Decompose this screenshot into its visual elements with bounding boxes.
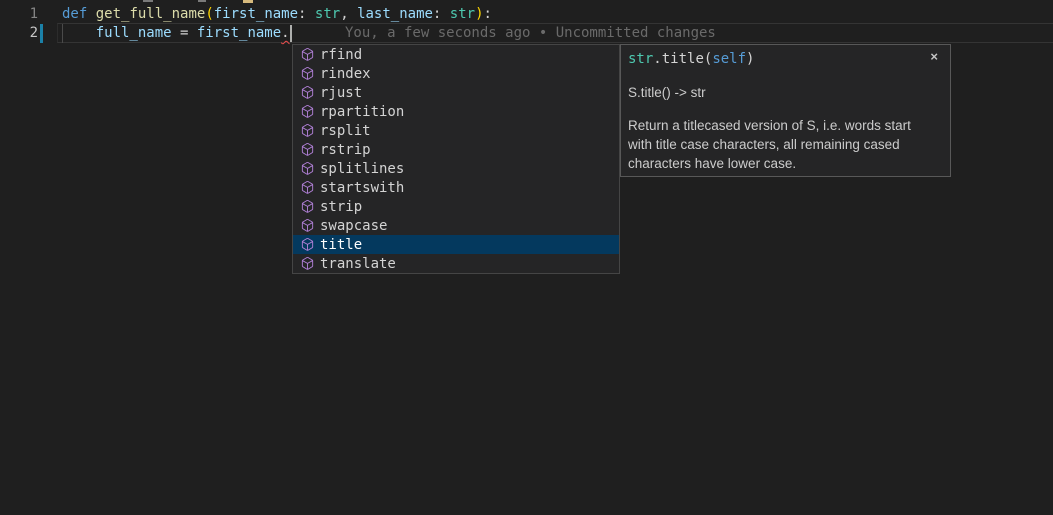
suggest-item-label: rindex: [320, 66, 371, 82]
suggest-item[interactable]: rstrip: [293, 140, 619, 159]
suggest-item-label: strip: [320, 199, 362, 215]
suggest-item-label: rpartition: [320, 104, 404, 120]
suggest-widget: rfind rindex rjust rpartition rsplit: [292, 44, 620, 274]
suggest-item-label: splitlines: [320, 161, 404, 177]
suggest-item[interactable]: rindex: [293, 64, 619, 83]
code-line-1[interactable]: def get_full_name(first_name: str, last_…: [62, 5, 492, 24]
docs-signature: str.title(self): [628, 50, 930, 69]
suggest-item-label: swapcase: [320, 218, 387, 234]
suggest-item-label: rstrip: [320, 142, 371, 158]
suggest-item-label: startswith: [320, 180, 404, 196]
method-icon: [299, 66, 315, 82]
suggest-item[interactable]: startswith: [293, 178, 619, 197]
suggest-item-label: rsplit: [320, 123, 371, 139]
suggest-item[interactable]: translate: [293, 254, 619, 273]
suggest-item-label: rjust: [320, 85, 362, 101]
method-icon: [299, 142, 315, 158]
suggest-item[interactable]: splitlines: [293, 159, 619, 178]
method-icon: [299, 161, 315, 177]
suggest-item[interactable]: swapcase: [293, 216, 619, 235]
method-icon: [299, 47, 315, 63]
docs-description: Return a titlecased version of S, i.e. w…: [628, 116, 926, 173]
clipped-line-fragment: [143, 0, 153, 2]
code-tokens: def get_full_name(first_name: str, last_…: [62, 6, 492, 22]
line-number-2: 2: [0, 24, 38, 43]
git-blame-annotation: You, a few seconds ago • Uncommitted cha…: [345, 24, 716, 43]
text-cursor: [290, 25, 292, 42]
suggest-item-label: rfind: [320, 47, 362, 63]
suggest-item-label: title: [320, 237, 362, 253]
line-number-1: 1: [0, 5, 38, 24]
code-line-2[interactable]: full_name = first_name.: [62, 24, 292, 43]
method-icon: [299, 104, 315, 120]
docs-summary: S.title() -> str: [628, 83, 930, 102]
clipped-line-fragment: [198, 0, 206, 2]
suggest-item[interactable]: rsplit: [293, 121, 619, 140]
suggest-list: rfind rindex rjust rpartition rsplit: [293, 45, 619, 273]
method-icon: [299, 256, 315, 272]
suggest-item[interactable]: rjust: [293, 83, 619, 102]
signature-tokens: str.title(self): [628, 51, 754, 67]
method-icon: [299, 237, 315, 253]
code-tokens: full_name = first_name.: [62, 25, 290, 41]
suggest-item[interactable]: title: [293, 235, 619, 254]
suggest-item-label: translate: [320, 256, 396, 272]
method-icon: [299, 123, 315, 139]
suggest-item[interactable]: rpartition: [293, 102, 619, 121]
suggest-item[interactable]: strip: [293, 197, 619, 216]
method-icon: [299, 199, 315, 215]
close-icon[interactable]: ×: [930, 49, 938, 65]
method-icon: [299, 85, 315, 101]
git-modified-indicator: [40, 24, 43, 43]
clipped-line-fragment: [243, 0, 253, 3]
method-icon: [299, 180, 315, 196]
suggest-item[interactable]: rfind: [293, 45, 619, 64]
suggest-docs-panel: str.title(self) S.title() -> str Return …: [620, 44, 951, 177]
method-icon: [299, 218, 315, 234]
